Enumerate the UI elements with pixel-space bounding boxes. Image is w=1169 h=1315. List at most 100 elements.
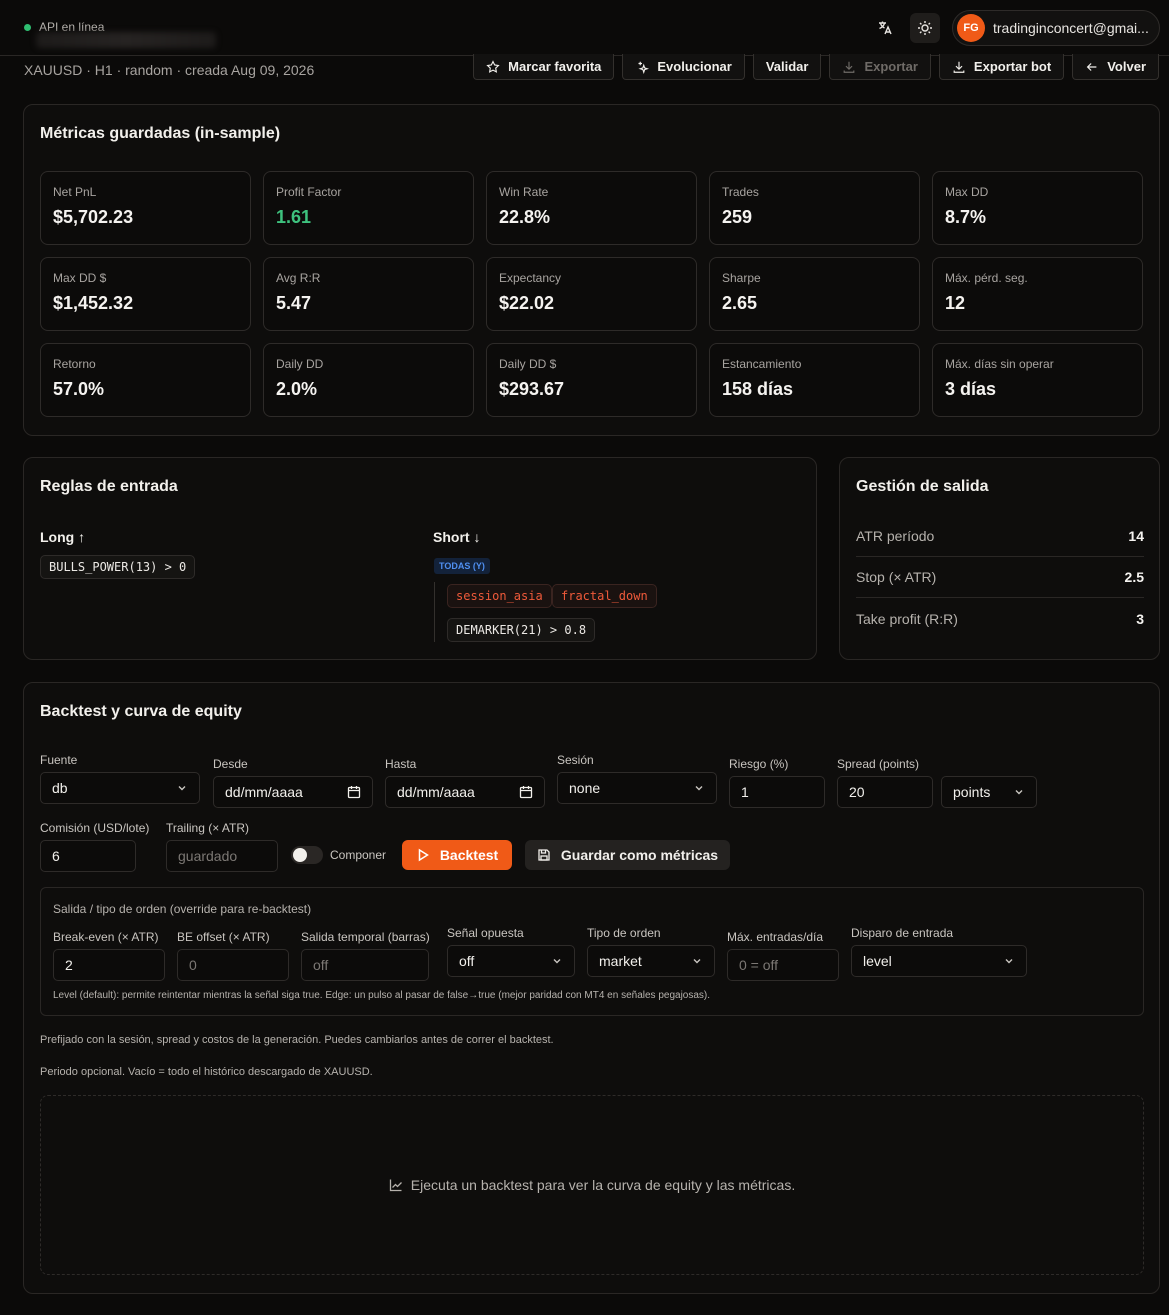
entry-rules-card: Reglas de entrada Long ↑ BULLS_POWER(13)… [23,457,817,660]
metric-value: 8.7% [945,207,987,227]
spread-value: 20 [849,784,865,800]
metric-value: 22.8% [499,207,551,227]
exit-row-label: ATR período [856,528,935,544]
theme-toggle-button[interactable] [910,13,940,43]
metric-value: $5,702.23 [53,207,134,227]
favorite-label: Marcar favorita [508,59,602,74]
validate-label: Validar [765,59,809,74]
group-connector [434,582,435,642]
time-exit-placeholder: off [313,957,329,973]
session-value: none [569,780,601,796]
short-heading: Short ↓ [433,529,480,545]
be-offset-input[interactable]: 0 [177,949,289,981]
spread-input[interactable]: 20 [837,776,933,808]
evolve-button[interactable]: Evolucionar [622,54,745,80]
from-label: Desde [213,757,248,771]
sparkles-icon [638,61,650,74]
metric-value: 2.0% [276,379,318,399]
metric-card: Max DD $ $1,452.32 [40,257,251,331]
trailing-input[interactable]: guardado [166,840,278,872]
user-menu[interactable]: FG tradinginconcert@gmai... [952,10,1160,46]
risk-input[interactable]: 1 [729,776,825,808]
metric-card: Win Rate 22.8% [486,171,697,245]
metrics-title: Métricas guardadas (in-sample) [40,125,281,142]
run-backtest-button[interactable]: Backtest [402,840,512,870]
prefill-note: Prefijado con la sesión, spread y costos… [40,1034,554,1046]
metric-label: Estancamiento [722,357,802,371]
from-date-input[interactable]: dd/mm/aaaa [213,776,373,808]
evolve-label: Evolucionar [657,59,732,74]
compound-toggle[interactable] [291,846,323,864]
back-button[interactable]: Volver [1072,54,1159,80]
exit-row-label: Stop (× ATR) [856,569,937,585]
trailing-placeholder: guardado [178,848,238,864]
metric-card: Avg R:R 5.47 [263,257,474,331]
metric-card: Máx. días sin operar 3 días [932,343,1143,417]
metric-value: 2.65 [722,293,758,313]
metric-label: Net PnL [53,185,97,199]
opposite-signal-value: off [459,953,475,969]
spread-unit-value: points [953,784,991,800]
metric-label: Daily DD [276,357,324,371]
chevron-down-icon [553,959,561,964]
chevron-down-icon [693,959,701,964]
exit-row-label: Take profit (R:R) [856,610,958,627]
calendar-icon [347,786,361,799]
override-title: Salida / tipo de orden (override para re… [53,902,312,916]
metric-card: Net PnL $5,702.23 [40,171,251,245]
long-heading: Long ↑ [40,529,85,545]
exit-row-value: 3 [1136,610,1144,627]
favorite-button[interactable]: Marcar favorita [473,54,615,80]
short-tag-fractal: fractal_down [552,584,657,608]
user-email: tradinginconcert@gmai... [993,20,1149,36]
metric-value: 3 días [945,379,997,399]
exit-row-stop: Stop (× ATR) 2.5 [856,557,1144,598]
metric-value: 5.47 [276,293,312,313]
to-date-input[interactable]: dd/mm/aaaa [385,776,545,808]
session-select[interactable]: none [557,772,717,804]
equity-chart-placeholder: Ejecuta un backtest para ver la curva de… [40,1095,1144,1275]
commission-input[interactable]: 6 [40,840,136,872]
time-exit-input[interactable]: off [301,949,429,981]
exit-row-take-profit: Take profit (R:R) 3 [856,598,1144,639]
download-icon [844,61,855,73]
exit-management-card: Gestión de salida ATR período 14 Stop (×… [839,457,1160,660]
spread-unit-select[interactable]: points [941,776,1037,808]
order-type-select[interactable]: market [587,945,715,977]
period-note: Periodo opcional. Vacío = todo el histór… [40,1066,373,1078]
star-icon [486,59,500,73]
top-bar: API en línea FG tradinginconcert@gmai... [0,0,1169,56]
metric-card: Daily DD 2.0% [263,343,474,417]
download-icon [953,61,965,73]
metrics-card: Métricas guardadas (in-sample) Net PnL $5… [23,104,1160,436]
compound-label: Componer [330,848,387,862]
entry-rules-title: Reglas de entrada [40,478,178,495]
order-type-label: Tipo de orden [587,926,661,940]
source-select[interactable]: db [40,772,200,804]
line-chart-icon [389,1179,402,1192]
metrics-grid: Net PnL $5,702.23 Profit Factor 1.61 Win Rat… [40,171,1143,417]
entry-trigger-select[interactable]: level [851,945,1027,977]
metric-label: Máx. pérd. seg. [945,271,1028,285]
arrow-down-icon: ↓ [473,529,481,545]
metric-card: Expectancy $22.02 [486,257,697,331]
max-entries-input[interactable]: 0 = off [727,949,839,981]
validate-button[interactable]: Validar [752,54,822,80]
export-bot-label: Exportar bot [973,59,1052,74]
metric-value: $22.02 [499,293,555,313]
translate-icon [879,21,892,35]
strategy-subtitle: XAUUSD · H1 · random · creada Aug 09, 20… [24,62,315,78]
metric-label: Max DD $ [53,271,107,285]
risk-label: Riesgo (%) [729,757,789,771]
export-button[interactable]: Exportar [829,54,931,80]
source-value: db [52,780,68,796]
metric-card: Trades 259 [709,171,920,245]
translate-button[interactable] [870,13,900,43]
opposite-signal-select[interactable]: off [447,945,575,977]
blurred-strategy-name [36,32,216,48]
export-bot-button[interactable]: Exportar bot [938,54,1065,80]
breakeven-input[interactable]: 2 [53,949,165,981]
save-icon [538,849,550,861]
metric-label: Avg R:R [276,271,321,285]
save-metrics-button[interactable]: Guardar como métricas [525,840,730,870]
